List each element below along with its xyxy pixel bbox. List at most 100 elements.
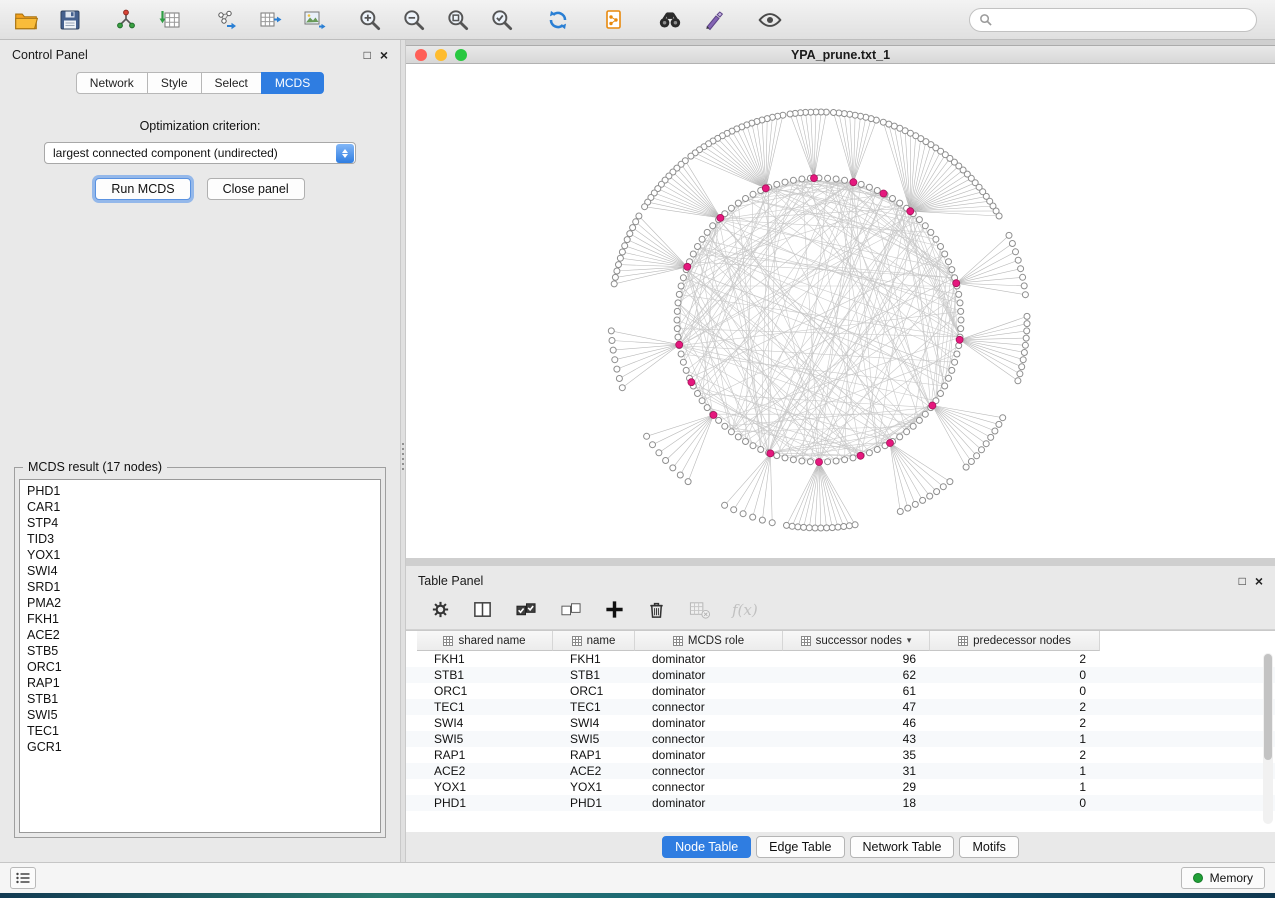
cell-shared-name: RAP1 xyxy=(417,748,553,762)
table-row[interactable]: FKH1FKH1dominator962 xyxy=(406,651,1275,667)
save-session-icon[interactable] xyxy=(56,6,84,34)
mcds-result-item[interactable]: STB1 xyxy=(20,691,380,707)
table-row[interactable]: ORC1ORC1dominator610 xyxy=(406,683,1275,699)
find-icon[interactable] xyxy=(656,6,684,34)
cell-name: YOX1 xyxy=(553,780,635,794)
deselect-all-icon[interactable] xyxy=(559,599,583,620)
cell-successor-nodes: 31 xyxy=(783,764,930,778)
mcds-result-item[interactable]: RAP1 xyxy=(20,675,380,691)
float-icon[interactable]: □ xyxy=(1239,575,1246,587)
traffic-light-minimize[interactable] xyxy=(435,49,447,61)
cell-successor-nodes: 47 xyxy=(783,700,930,714)
delete-entry-icon[interactable] xyxy=(646,599,667,620)
close-icon[interactable]: × xyxy=(380,48,388,62)
float-icon[interactable]: □ xyxy=(364,49,371,61)
add-entry-icon[interactable] xyxy=(604,599,625,620)
cell-predecessor-nodes: 0 xyxy=(930,668,1100,682)
run-mcds-button[interactable]: Run MCDS xyxy=(95,178,190,200)
tab-style[interactable]: Style xyxy=(147,72,202,94)
zoom-fit-icon[interactable] xyxy=(444,6,472,34)
tab-edge-table[interactable]: Edge Table xyxy=(756,836,844,858)
cell-shared-name: FKH1 xyxy=(417,652,553,666)
tab-motifs[interactable]: Motifs xyxy=(959,836,1018,858)
zoom-out-icon[interactable] xyxy=(400,6,428,34)
mcds-result-item[interactable]: PHD1 xyxy=(20,483,380,499)
share-network-document-icon[interactable] xyxy=(600,6,628,34)
mcds-result-item[interactable]: SRD1 xyxy=(20,579,380,595)
close-icon[interactable]: × xyxy=(1255,574,1263,588)
mcds-result-item[interactable]: ACE2 xyxy=(20,627,380,643)
mcds-result-item[interactable]: CAR1 xyxy=(20,499,380,515)
cell-mcds-role: connector xyxy=(635,732,783,746)
mcds-result-item[interactable]: SWI4 xyxy=(20,563,380,579)
show-columns-icon[interactable] xyxy=(472,599,493,620)
cell-name: PHD1 xyxy=(553,796,635,810)
application-window: Control Panel □ × NetworkStyleSelectMCDS… xyxy=(0,0,1275,893)
table-row[interactable]: PHD1PHD1dominator180 xyxy=(406,795,1275,811)
export-table-icon[interactable] xyxy=(256,6,284,34)
task-history-button[interactable] xyxy=(10,867,36,889)
export-network-icon[interactable] xyxy=(212,6,240,34)
column-header-successor-nodes[interactable]: successor nodes▾ xyxy=(783,631,930,651)
delete-table-icon xyxy=(688,599,711,620)
tab-network-table[interactable]: Network Table xyxy=(850,836,955,858)
traffic-light-zoom[interactable] xyxy=(455,49,467,61)
network-canvas[interactable] xyxy=(406,64,1275,558)
optimization-criterion-dropdown[interactable]: largest connected component (undirected) xyxy=(44,142,356,164)
mcds-result-list[interactable]: PHD1CAR1STP4TID3YOX1SWI4SRD1PMA2FKH1ACE2… xyxy=(19,479,381,833)
table-row[interactable]: RAP1RAP1dominator352 xyxy=(406,747,1275,763)
mcds-result-item[interactable]: PMA2 xyxy=(20,595,380,611)
cell-mcds-role: connector xyxy=(635,764,783,778)
table-row[interactable]: YOX1YOX1connector291 xyxy=(406,779,1275,795)
mcds-buttons-row: Run MCDS Close panel xyxy=(0,178,400,200)
table-scrollbar[interactable] xyxy=(1263,653,1273,824)
refresh-view-icon[interactable] xyxy=(544,6,572,34)
column-header-shared-name[interactable]: shared name xyxy=(417,631,553,651)
column-header-label: MCDS role xyxy=(688,635,744,647)
mcds-result-item[interactable]: TID3 xyxy=(20,531,380,547)
memory-button[interactable]: Memory xyxy=(1181,867,1265,889)
dropdown-stepper-icon[interactable] xyxy=(336,144,354,163)
search-input[interactable] xyxy=(998,12,1247,28)
mcds-result-item[interactable]: STP4 xyxy=(20,515,380,531)
export-image-icon[interactable] xyxy=(300,6,328,34)
mcds-result-item[interactable]: YOX1 xyxy=(20,547,380,563)
table-row[interactable]: SWI4SWI4dominator462 xyxy=(406,715,1275,731)
import-table-from-file-icon[interactable] xyxy=(156,6,184,34)
mcds-result-title: MCDS result (17 nodes) xyxy=(23,460,167,474)
mcds-result-item[interactable]: FKH1 xyxy=(20,611,380,627)
table-row[interactable]: SWI5SWI5connector431 xyxy=(406,731,1275,747)
style-brush-icon[interactable] xyxy=(700,6,728,34)
zoom-in-icon[interactable] xyxy=(356,6,384,34)
table-row[interactable]: TEC1TEC1connector472 xyxy=(406,699,1275,715)
column-header-name[interactable]: name xyxy=(553,631,635,651)
tab-select[interactable]: Select xyxy=(201,72,262,94)
column-header-mcds-role[interactable]: MCDS role xyxy=(635,631,783,651)
select-all-icon[interactable] xyxy=(514,599,538,620)
tab-mcds[interactable]: MCDS xyxy=(261,72,324,94)
import-network-from-file-icon[interactable] xyxy=(112,6,140,34)
mcds-result-item[interactable]: SWI5 xyxy=(20,707,380,723)
column-header-predecessor-nodes[interactable]: predecessor nodes xyxy=(930,631,1100,651)
mcds-result-item[interactable]: TEC1 xyxy=(20,723,380,739)
tab-node-table[interactable]: Node Table xyxy=(662,836,751,858)
open-file-icon[interactable] xyxy=(12,6,40,34)
table-panel: Table Panel □ × xyxy=(406,566,1275,862)
zoom-selected-icon[interactable] xyxy=(488,6,516,34)
mcds-result-item[interactable]: GCR1 xyxy=(20,739,380,755)
optimization-criterion-label: Optimization criterion: xyxy=(0,119,400,133)
mcds-result-item[interactable]: STB5 xyxy=(20,643,380,659)
table-row[interactable]: STB1STB1dominator620 xyxy=(406,667,1275,683)
tab-network[interactable]: Network xyxy=(76,72,148,94)
traffic-light-close[interactable] xyxy=(415,49,427,61)
mcds-result-item[interactable]: ORC1 xyxy=(20,659,380,675)
scrollbar-thumb[interactable] xyxy=(1264,654,1272,760)
table-options-gear-icon[interactable] xyxy=(430,599,451,620)
network-window-titlebar[interactable]: YPA_prune.txt_1 xyxy=(406,46,1275,64)
table-row[interactable]: ACE2ACE2connector311 xyxy=(406,763,1275,779)
search-field[interactable] xyxy=(969,8,1257,32)
horizontal-splitter[interactable] xyxy=(406,558,1275,566)
close-panel-button[interactable]: Close panel xyxy=(207,178,305,200)
import-group xyxy=(112,6,184,34)
eye-icon[interactable] xyxy=(756,6,784,34)
